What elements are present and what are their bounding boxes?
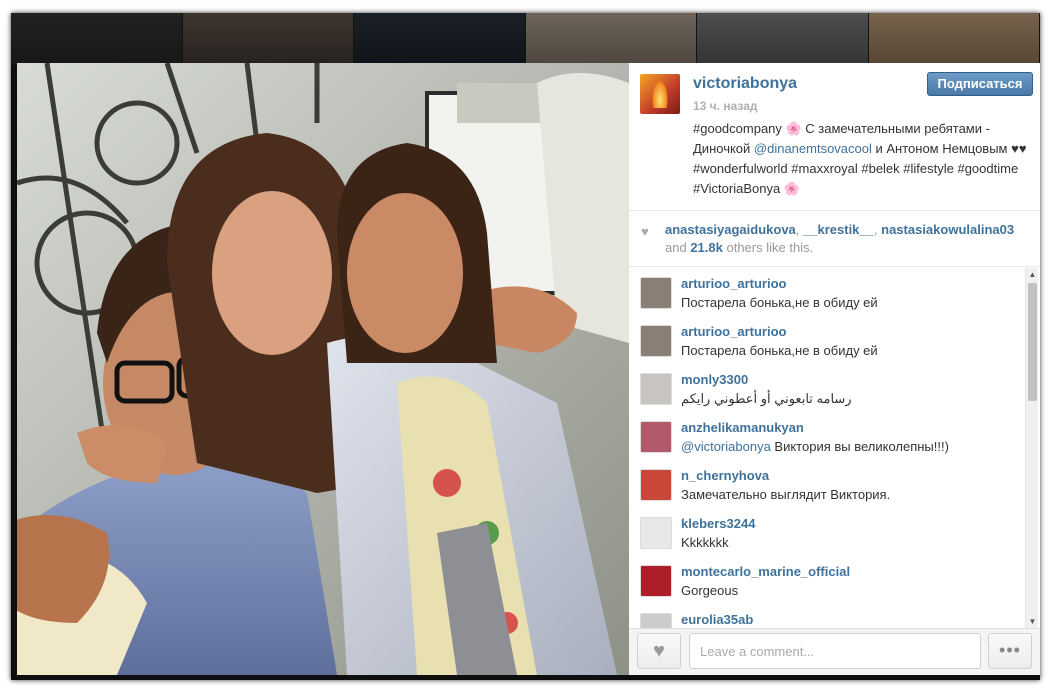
comment-footer: ♥ ••• <box>629 628 1040 675</box>
post-details-panel: victoriabonya 13 ч. назад Подписаться #g… <box>629 63 1040 675</box>
post-timestamp[interactable]: 13 ч. назад <box>693 99 757 113</box>
comment-username[interactable]: n_chernyhova <box>681 468 769 483</box>
comment-username[interactable]: arturioo_arturioo <box>681 276 786 291</box>
comment-username[interactable]: klebers3244 <box>681 516 755 531</box>
likes-separator: , <box>795 222 804 237</box>
comment-item: arturioo_arturioo Постарела бонька,не в … <box>640 320 1020 368</box>
commenter-avatar[interactable] <box>640 277 672 309</box>
likes-count[interactable]: 21.8k <box>690 240 723 255</box>
comment-text: Gorgeous <box>681 583 739 598</box>
more-options-button[interactable]: ••• <box>988 633 1032 669</box>
comment-item: montecarlo_marine_official Gorgeous <box>640 560 1020 608</box>
commenter-avatar[interactable] <box>640 325 672 357</box>
comment-item: monly3300 رسامه تابعوني أو أعطوني رايكم <box>640 368 1020 416</box>
post-photo[interactable] <box>17 63 629 675</box>
modal-frame: victoriabonya 13 ч. назад Подписаться #g… <box>11 13 1040 680</box>
likes-separator: , <box>873 222 878 237</box>
caption-mention-link[interactable]: @dinanemtsovacool <box>754 141 872 156</box>
post-header: victoriabonya 13 ч. назад Подписаться #g… <box>629 63 1040 211</box>
comment-item: eurolia35ab <box>640 608 1020 628</box>
comment-text: Постарела бонька,не в обиду ей <box>681 343 878 358</box>
comment-username[interactable]: monly3300 <box>681 372 748 387</box>
comment-text: Kkkkkkk <box>681 535 729 550</box>
comments-list[interactable]: arturioo_arturioo Постарела бонька,не в … <box>629 268 1040 628</box>
commenter-avatar[interactable] <box>640 565 672 597</box>
liker-link[interactable]: __krestik__ <box>803 222 874 237</box>
commenter-avatar[interactable] <box>640 421 672 453</box>
heart-icon: ♥ <box>641 224 649 239</box>
likes-section: ♥ anastasiyagaidukova, __krestik__, nast… <box>629 211 1040 267</box>
post-caption: #goodcompany 🌸 С замечательными ребятами… <box>693 119 1033 199</box>
comment-text: @victoriabonya Виктория вы великолепны!!… <box>681 439 949 454</box>
comment-username[interactable]: eurolia35ab <box>681 612 753 627</box>
comment-text: Замечательно выглядит Виктория. <box>681 487 891 502</box>
likes-text: anastasiyagaidukova, __krestik__, nastas… <box>665 221 1030 257</box>
comment-input[interactable] <box>689 633 981 669</box>
scroll-up-arrow-icon[interactable]: ▲ <box>1026 268 1039 281</box>
commenter-avatar[interactable] <box>640 517 672 549</box>
comments-scrollbar[interactable]: ▲ ▼ <box>1025 268 1038 628</box>
liker-link[interactable]: anastasiyagaidukova <box>665 222 796 237</box>
comment-item: anzhelikamanukyan @victoriabonya Виктори… <box>640 416 1020 464</box>
likes-connector: and <box>665 240 691 255</box>
comment-username[interactable]: arturioo_arturioo <box>681 324 786 339</box>
liker-link[interactable]: nastasiakowulalina03 <box>881 222 1014 237</box>
comment-item: arturioo_arturioo Постарела бонька,не в … <box>640 272 1020 320</box>
user-avatar[interactable] <box>640 74 680 114</box>
photo-illustration <box>17 63 629 675</box>
likes-suffix: others like this. <box>722 240 814 255</box>
like-button[interactable]: ♥ <box>637 633 681 669</box>
comment-item: klebers3244 Kkkkkkk <box>640 512 1020 560</box>
heart-icon: ♥ <box>653 640 665 662</box>
scrollbar-thumb[interactable] <box>1028 283 1037 401</box>
scroll-down-arrow-icon[interactable]: ▼ <box>1026 615 1039 628</box>
follow-button[interactable]: Подписаться <box>927 72 1033 96</box>
commenter-avatar[interactable] <box>640 469 672 501</box>
commenter-avatar[interactable] <box>640 613 672 628</box>
comment-mention-link[interactable]: @victoriabonya <box>681 439 771 454</box>
comment-item: n_chernyhova Замечательно выглядит Викто… <box>640 464 1020 512</box>
comment-username[interactable]: anzhelikamanukyan <box>681 420 804 435</box>
comment-username[interactable]: montecarlo_marine_official <box>681 564 850 579</box>
phoenix-logo-icon <box>652 80 668 108</box>
comment-text: Постарела бонька,не в обиду ей <box>681 295 878 310</box>
commenter-avatar[interactable] <box>640 373 672 405</box>
post-username[interactable]: victoriabonya <box>693 75 797 93</box>
comment-text-body: Виктория вы великолепны!!!) <box>770 439 949 454</box>
comment-text: رسامه تابعوني أو أعطوني رايكم <box>681 391 852 406</box>
